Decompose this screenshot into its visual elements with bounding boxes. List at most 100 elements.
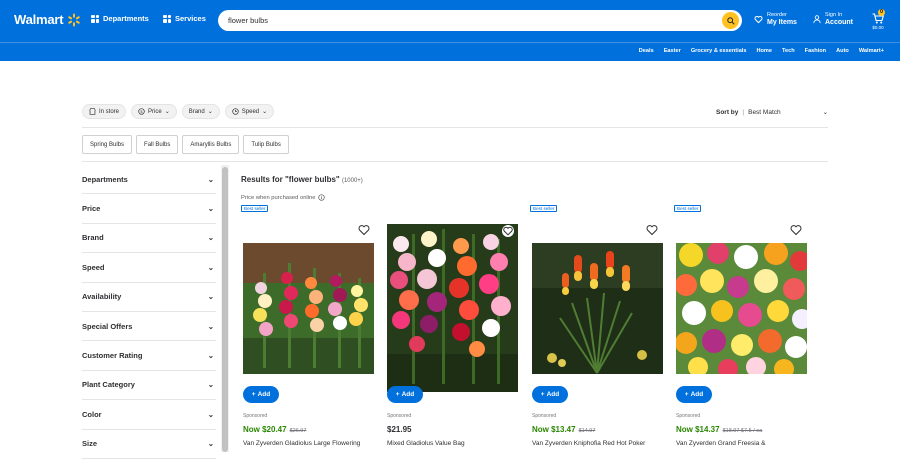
sidebar-item-customer-rating[interactable]: Customer Rating ⌄ (82, 341, 216, 371)
product-card[interactable]: Best seller + Add Sponsored Now $13.47 $14… (530, 205, 664, 452)
plus-icon: + (395, 391, 400, 398)
sidebar-item-label: Price (82, 204, 101, 214)
filter-in-store[interactable]: In store (82, 104, 127, 119)
sponsored-label: Sponsored (676, 413, 701, 419)
chevron-down-icon: ⌄ (207, 204, 214, 214)
best-seller-badge: Best seller (241, 205, 269, 212)
add-label: Add (401, 391, 415, 398)
heart-icon (754, 15, 763, 23)
current-price: Now $14.37 (676, 425, 720, 434)
divider (82, 161, 828, 162)
sidebar-item-label: Special Offers (82, 321, 133, 331)
sidebar-item-label: Brand (82, 233, 104, 243)
signin-bottom: Account (825, 19, 853, 26)
account-button[interactable]: Sign In Account (813, 12, 853, 26)
product-card[interactable]: + Add Sponsored $21.95 Mixed Gladiolus Va… (385, 205, 519, 452)
sort-divider: | (742, 108, 745, 116)
sidebar-item-special-offers[interactable]: Special Offers ⌄ (82, 312, 216, 342)
category-amaryllis-bulbs[interactable]: Amaryllis Bulbs (182, 135, 240, 154)
price-note: Price when purchased online (241, 194, 326, 201)
search-icon (726, 16, 735, 25)
category-tulip-bulbs[interactable]: Tulip Bulbs (243, 135, 289, 154)
favorite-heart-icon[interactable] (790, 224, 802, 236)
subnav-fashion[interactable]: Fashion (805, 48, 826, 54)
product-image[interactable] (676, 243, 807, 374)
info-icon[interactable] (318, 194, 326, 201)
walmart-logo[interactable]: Walmart (14, 12, 81, 27)
sidebar-item-availability[interactable]: Availability ⌄ (82, 283, 216, 312)
favorite-heart-icon[interactable] (502, 225, 514, 237)
sort-value: Best Match (748, 108, 781, 116)
reorder-button[interactable]: Reorder My Items (754, 12, 797, 26)
chevron-down-icon: ⌄ (207, 380, 214, 390)
filter-brand[interactable]: Brand ⌄ (181, 104, 220, 119)
sort-label: Sort by (716, 108, 739, 116)
add-to-cart-button[interactable]: + Add (532, 386, 568, 403)
product-title[interactable]: Van Zyverden Grand Freesia & (676, 440, 810, 447)
sidebar-scrollbar-thumb[interactable] (222, 167, 228, 452)
svg-text:$: $ (140, 110, 143, 114)
product-image[interactable] (243, 243, 374, 374)
was-price: $18.97 $7.5 / ea (722, 428, 763, 434)
search-input[interactable] (228, 13, 708, 28)
current-price: $21.95 (387, 425, 412, 434)
product-price: Now $14.37 $18.97 $7.5 / ea (676, 425, 762, 434)
reorder-bottom: My Items (767, 19, 797, 26)
subnav-tech[interactable]: Tech (782, 48, 795, 54)
product-title[interactable]: Van Zyverden Kniphofia Red Hot Poker (532, 440, 666, 447)
was-price: $14.97 (578, 428, 596, 434)
sidebar-item-plant-category[interactable]: Plant Category ⌄ (82, 371, 216, 401)
sponsored-label: Sponsored (532, 413, 557, 419)
filter-price[interactable]: $ Price ⌄ (131, 104, 177, 119)
product-card[interactable]: Best seller + Add Sponsored Now $20.47 $26… (241, 205, 375, 452)
best-seller-badge: Best seller (674, 205, 702, 212)
product-image[interactable] (387, 224, 518, 392)
sidebar-item-size[interactable]: Size ⌄ (82, 430, 216, 459)
category-fall-bulbs[interactable]: Fall Bulbs (136, 135, 179, 154)
sidebar-item-color[interactable]: Color ⌄ (82, 400, 216, 430)
divider (82, 127, 828, 128)
chevron-down-icon: ⌄ (262, 109, 268, 115)
sidebar-item-label: Departments (82, 174, 128, 184)
favorite-heart-icon[interactable] (358, 224, 370, 236)
subnav-deals[interactable]: Deals (639, 48, 654, 54)
sidebar-item-speed[interactable]: Speed ⌄ (82, 253, 216, 283)
product-title[interactable]: Van Zyverden Gladiolus Large Flowering (243, 440, 377, 447)
subnav-home[interactable]: Home (756, 48, 772, 54)
chevron-down-icon: ⌄ (207, 233, 214, 243)
was-price: $26.97 (289, 428, 307, 434)
search-button[interactable] (722, 12, 739, 29)
add-to-cart-button[interactable]: + Add (676, 386, 712, 403)
product-card[interactable]: Best seller + Add Sponsored Now $14.37 $18… (674, 205, 808, 452)
filter-label: In store (99, 108, 120, 115)
cart-total: $0.00 (872, 25, 884, 30)
add-label: Add (546, 391, 560, 398)
chevron-down-icon: ⌄ (207, 321, 214, 331)
product-title[interactable]: Mixed Gladiolus Value Bag (387, 440, 521, 447)
sort-dropdown[interactable]: Sort by | Best Match ⌄ (716, 108, 828, 117)
product-image[interactable] (532, 243, 663, 374)
filter-label: Brand (188, 108, 205, 115)
category-spring-bulbs[interactable]: Spring Bulbs (82, 135, 133, 154)
services-button[interactable]: Services (163, 14, 206, 23)
grid-icon (163, 14, 171, 23)
subnav-auto[interactable]: Auto (836, 48, 849, 54)
favorite-heart-icon[interactable] (646, 224, 658, 236)
subnav-walmart-plus[interactable]: Walmart+ (859, 48, 884, 54)
add-to-cart-button[interactable]: + Add (243, 386, 279, 403)
sidebar-item-label: Plant Category (82, 380, 135, 390)
add-to-cart-button[interactable]: + Add (387, 386, 423, 403)
sidebar-item-brand[interactable]: Brand ⌄ (82, 224, 216, 254)
subnav-easter[interactable]: Easter (664, 48, 681, 54)
sidebar-item-price[interactable]: Price ⌄ (82, 194, 216, 224)
logo-text: Walmart (14, 12, 64, 27)
departments-button[interactable]: Departments (91, 14, 149, 23)
subnav-grocery[interactable]: Grocery & essentials (691, 48, 747, 54)
reorder-top: Reorder (767, 12, 787, 18)
sponsored-label: Sponsored (387, 413, 412, 419)
sidebar-item-departments[interactable]: Departments ⌄ (82, 165, 216, 195)
filter-speed[interactable]: Speed ⌄ (224, 104, 275, 119)
user-icon (813, 14, 821, 23)
cart-button[interactable]: 0 $0.00 (868, 9, 888, 34)
price-note-text: Price when purchased online (241, 194, 316, 201)
